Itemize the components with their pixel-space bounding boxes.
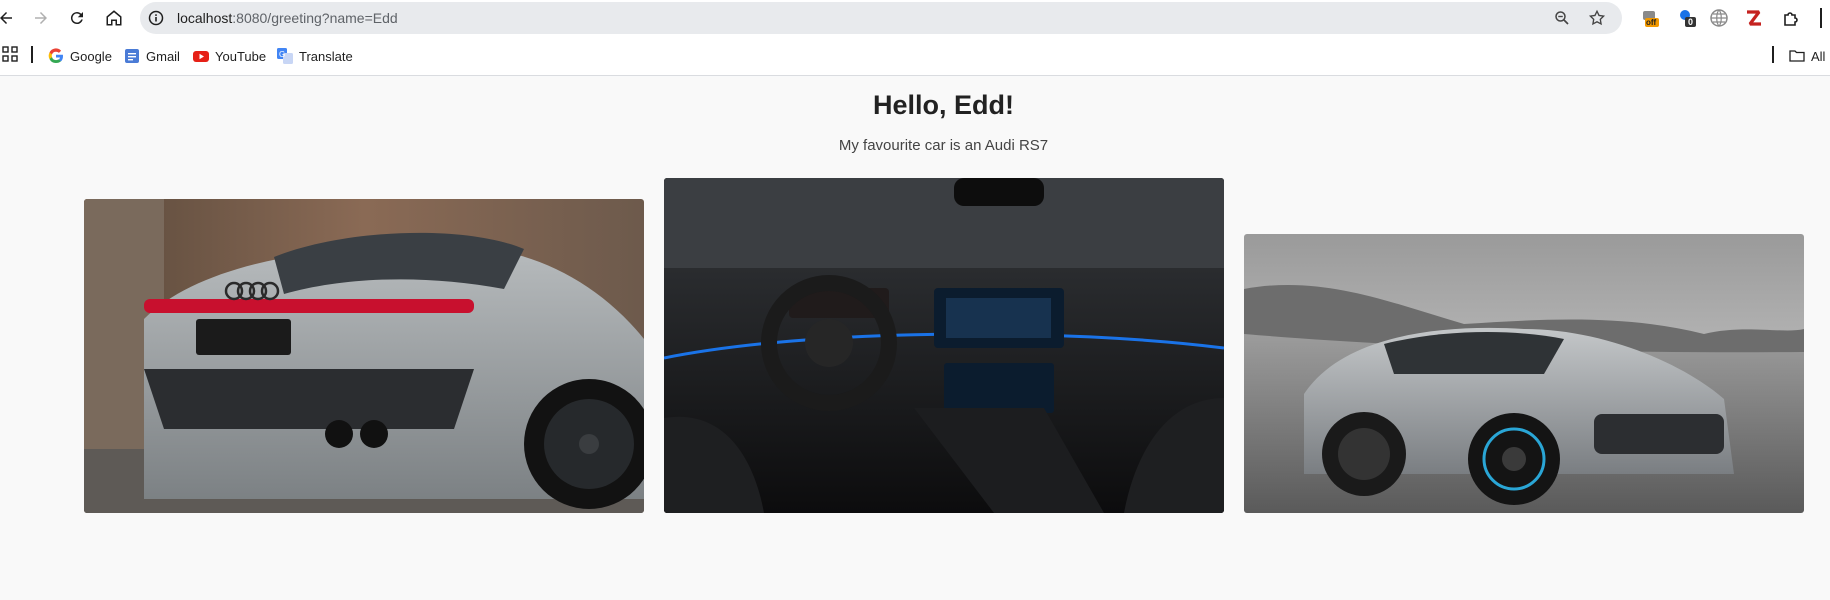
all-bookmarks-label: All	[1811, 48, 1826, 64]
extension-off[interactable]: off	[1640, 8, 1660, 28]
extension-counter[interactable]: 0	[1677, 8, 1697, 28]
extension-counter-icon	[1680, 10, 1696, 27]
bookmark-youtube[interactable]: YouTube	[193, 46, 266, 66]
extension-z[interactable]	[1744, 8, 1764, 28]
svg-text:G: G	[279, 50, 285, 59]
car-rear-image	[84, 199, 644, 513]
google-icon	[48, 48, 63, 64]
browser-toolbar: localhost:8080/greeting?name=Edd off 0	[0, 0, 1830, 36]
bookmarks-separator	[31, 46, 33, 63]
globe-icon	[1710, 9, 1728, 27]
extension-off-badge: off	[1646, 18, 1657, 27]
home-button[interactable]	[102, 6, 126, 30]
bookmark-star-icon[interactable]	[1588, 9, 1606, 27]
folder-icon	[1789, 50, 1805, 62]
url-host: localhost	[177, 10, 233, 26]
z-extension-icon	[1747, 10, 1761, 26]
puzzle-icon	[1784, 12, 1798, 26]
page-title: Hello, Edd!	[873, 90, 1014, 120]
forward-arrow-icon	[35, 12, 47, 24]
address-bar[interactable]: localhost:8080/greeting?name=Edd	[140, 2, 1622, 34]
page-content: Hello, Edd! My favourite car is an Audi …	[0, 77, 1830, 600]
toolbar-divider	[1820, 8, 1822, 28]
extension-counter-badge: 0	[1688, 17, 1694, 27]
bookmark-gmail[interactable]: Gmail	[124, 46, 180, 66]
bookmark-translate-label: Translate	[299, 48, 353, 64]
zoom-icon[interactable]	[1553, 9, 1571, 27]
car-front-image	[1244, 234, 1804, 513]
youtube-icon	[193, 51, 209, 62]
gmail-icon	[125, 49, 139, 63]
reload-button[interactable]	[65, 6, 89, 30]
back-button[interactable]	[0, 6, 18, 30]
url-text[interactable]: localhost:8080/greeting?name=Edd	[177, 10, 398, 26]
site-info-icon[interactable]	[148, 10, 164, 26]
bookmark-google[interactable]: Google	[48, 46, 112, 66]
home-icon	[106, 10, 122, 26]
page-subtitle: My favourite car is an Audi RS7	[838, 137, 1049, 154]
bookmark-gmail-label: Gmail	[146, 48, 180, 64]
reload-icon	[70, 12, 83, 25]
url-path: :8080/greeting?name=Edd	[232, 10, 398, 26]
apps-grid-icon[interactable]	[2, 46, 18, 62]
back-arrow-icon	[0, 12, 12, 24]
extensions-menu-button[interactable]	[1781, 8, 1801, 28]
bookmark-youtube-label: YouTube	[215, 48, 267, 64]
forward-button[interactable]	[29, 6, 53, 30]
bookmarks-bar: Google Gmail YouTube G Translate All	[0, 36, 1830, 76]
bookmark-google-label: Google	[70, 48, 112, 64]
extension-globe[interactable]	[1709, 8, 1729, 28]
car-interior-image	[664, 178, 1224, 513]
bookmarks-right-separator	[1772, 46, 1774, 63]
bookmark-translate[interactable]: G Translate	[277, 46, 353, 66]
translate-icon: G	[277, 48, 293, 64]
all-bookmarks-button[interactable]: All	[1789, 46, 1825, 66]
